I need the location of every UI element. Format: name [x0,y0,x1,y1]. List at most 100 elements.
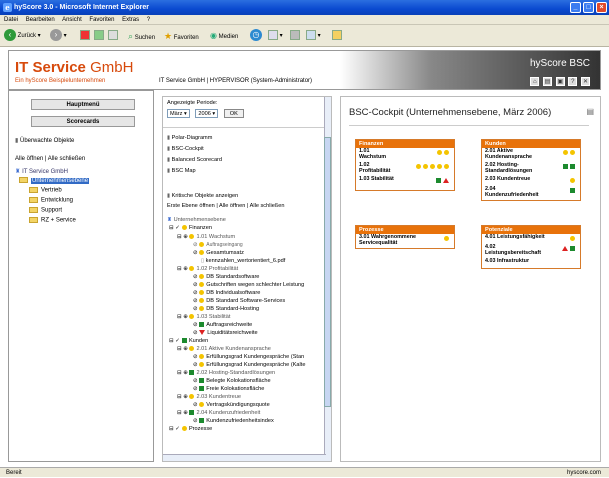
tree-belegte-flaeche[interactable]: ⊘ Belegte Kolokationsfläche [193,378,271,384]
tree-stabilitaet[interactable]: ⊟ ⊕ 1.03 Stabilität [177,314,230,320]
tree-db-software-services[interactable]: ⊘ DB Standard Software-Services [193,298,285,304]
tree-db-standardsoftware[interactable]: ⊘ DB Standardsoftware [193,274,259,280]
menu-datei[interactable]: Datei [4,17,18,23]
tree-erfuellungsgrad-kalte[interactable]: ⊘ Erfüllungsgrad Kundengespräche (Kalte [193,362,305,368]
search-icon: ⌕ [128,31,134,41]
yellow-status-icon [199,250,205,256]
history-button[interactable]: ◷ [250,29,262,43]
kpi-row[interactable]: 3.01 Wahrgenommene Servicequalität [356,234,454,248]
refresh-icon [94,30,104,41]
tree-db-hosting[interactable]: ⊘ DB Standard-Hosting [193,306,259,312]
month-select[interactable]: März ▾ [167,109,190,118]
mail-button[interactable]: ▾ [268,29,283,43]
tree-item-vertrieb[interactable]: Vertrieb [29,187,62,194]
window-titlebar: e hyScore 3.0 - Microsoft Internet Explo… [0,0,609,15]
link-bsc-map[interactable]: ▮ BSC Map [167,168,196,174]
help-icon[interactable]: ? [568,77,578,86]
close-button[interactable]: × [596,2,607,13]
expand-collapse-links[interactable]: Alle öffnen | Alle schließen [15,156,85,162]
tree-kunden[interactable]: ⊟ ✓ Kunden [169,338,208,344]
tree-root-unternehmensebene[interactable]: ♜ Unternehmensebene [167,217,226,223]
kpi-row[interactable]: 2.04 Kundenzufriedenheit [482,186,580,200]
tree-item-unternehmensebene[interactable]: Unternehmensebene [19,177,90,184]
link-polar-diagram[interactable]: ▮ Polar-Diagramm [167,135,212,141]
tree-pdf-file[interactable]: ▯ kennzahlen_wertorientiert_6.pdf [201,258,285,264]
edit-button[interactable]: ▾ [306,29,321,43]
critical-objects-link[interactable]: ▮ Kritische Objekte anzeigen [167,193,238,199]
forward-button[interactable]: › ▾ [50,29,67,43]
kpi-row[interactable]: 4.02 Leistungsbereitschaft [482,244,580,258]
back-button[interactable]: ‹ Zurück ▾ [4,29,41,43]
card-title: Potenziale [482,226,580,234]
logout-icon[interactable]: ✕ [581,77,590,86]
tree-db-individualsoftware[interactable]: ⊘ DB Individualsoftware [193,290,260,296]
kpi-row[interactable]: 2.03 Kundentreue [482,176,580,186]
folder-icon [29,217,38,223]
search-button[interactable]: ⌕ Suchen [128,29,155,43]
kpi-row[interactable]: 2.01 Aktive Kundenansprache [482,148,580,162]
tree-erfuellungsgrad-stan[interactable]: ⊘ Erfüllungsgrad Kundengespräche (Stan [193,354,304,360]
tree-kundenzufriedenheit[interactable]: ⊟ ⊕ 2.04 Kundenzufriedenheit [177,410,260,416]
favorites-button[interactable]: ★ Favoriten [164,29,199,43]
tree-finanzen[interactable]: ⊟ ✓ Finanzen [169,225,212,231]
horizontal-scrollbar[interactable] [163,454,326,461]
scroll-thumb[interactable] [324,137,331,407]
stop-button[interactable] [80,29,90,43]
monitored-objects-link[interactable]: ▮ Überwachte Objekte [15,137,74,144]
tree-freie-flaeche[interactable]: ⊘ Freie Kolokationsfläche [193,386,264,392]
print-icon[interactable]: ▤ [586,107,594,116]
tree-item-entwicklung[interactable]: Entwicklung [29,197,73,204]
tree-aktive-kundenansprache[interactable]: ⊟ ⊕ 2.01 Aktive Kundenansprache [177,346,271,352]
tree-gutschriften[interactable]: ⊘ Gutschriften wegen schlechter Leistung [193,282,304,288]
tree-kundentreue[interactable]: ⊟ ⊕ 2.03 Kundentreue [177,394,241,400]
kpi-row[interactable]: 4.03 Infrastruktur [482,258,580,268]
tree-gesamtumsatz[interactable]: ⊘ Gesamtumsatz [193,250,244,256]
tree-item-support[interactable]: Support [29,207,62,214]
messenger-button[interactable] [332,29,342,43]
year-select[interactable]: 2006 ▾ [195,109,219,118]
yellow-status-icon [199,402,205,408]
chart-icon: ▮ [167,193,171,199]
menu-bearbeiten[interactable]: Bearbeiten [26,17,55,23]
menu-help[interactable]: ? [147,17,150,23]
media-button[interactable]: ◉ Medien [210,29,238,43]
tree-kundenzufriedenheitsindex[interactable]: ⊘ Kundenzufriedenheitsindex [193,418,274,424]
left-navigation: Hauptmenü Scorecards ▮ Überwachte Objekt… [8,90,154,462]
chart-icon: ▮ [15,138,19,144]
menu-ansicht[interactable]: Ansicht [62,17,82,23]
tree-vertragskuendigungsquote[interactable]: ⊘ Vertragskündigungsquote [193,402,270,408]
tree-wachstum[interactable]: ⊟ ⊕ 1.01 Wachstum [177,234,235,240]
tools-icon[interactable]: ▤ [542,77,552,86]
kpi-row[interactable]: 1.03 Stabilität [356,176,454,190]
home-button[interactable] [108,29,118,43]
kpi-row[interactable]: 1.02 Profitabilität [356,162,454,176]
tree-auftragsreichweite[interactable]: ⊘ Auftragsreichweite [193,322,252,328]
tree-profitabilitaet[interactable]: ⊟ ⊕ 1.02 Profitabilität [177,266,238,272]
link-bsc-cockpit[interactable]: ▮ BSC-Cockpit [167,146,204,152]
menu-extras[interactable]: Extras [122,17,139,23]
main-menu-button[interactable]: Hauptmenü [31,99,135,110]
menu-bar: Datei Bearbeiten Ansicht Favoriten Extra… [0,15,609,25]
print-button[interactable] [290,29,300,43]
maximize-button[interactable]: □ [583,2,594,13]
tree-auftragseingang[interactable]: ⊘ Auftragseingang [193,242,243,248]
scorecards-button[interactable]: Scorecards [31,116,135,127]
tree-liquiditaetsreichweite[interactable]: ⊘ Liquiditätsreichweite [193,330,258,336]
forward-arrow-icon: › [50,29,62,42]
tree-root[interactable]: ♜ IT Service GmbH [15,168,68,175]
refresh-button[interactable] [94,29,104,43]
home-nav-icon[interactable]: ⌂ [530,77,540,86]
kpi-row[interactable]: 4.01 Leistungsfähigkeit [482,234,580,244]
tree-item-rz-service[interactable]: RZ + Service [29,217,76,224]
kpi-row[interactable]: 1.01 Wachstum [356,148,454,162]
tree-level-links[interactable]: Erste Ebene öffnen | Alle öffnen | Alle … [167,203,284,209]
menu-favoriten[interactable]: Favoriten [89,17,114,23]
tree-hosting-standardloesungen[interactable]: ⊟ ⊕ 2.02 Hosting-Standardlösungen [177,370,275,376]
kpi-row[interactable]: 2.02 Hosting-Standardlösungen [482,162,580,176]
vertical-scrollbar[interactable] [324,97,331,461]
minimize-button[interactable]: _ [570,2,581,13]
ok-button[interactable]: OK [223,109,244,118]
link-balanced-scorecard[interactable]: ▮ Balanced Scorecard [167,157,222,163]
tree-prozesse[interactable]: ⊟ ✓ Prozesse [169,426,212,432]
print-page-icon[interactable]: ▣ [555,77,565,86]
